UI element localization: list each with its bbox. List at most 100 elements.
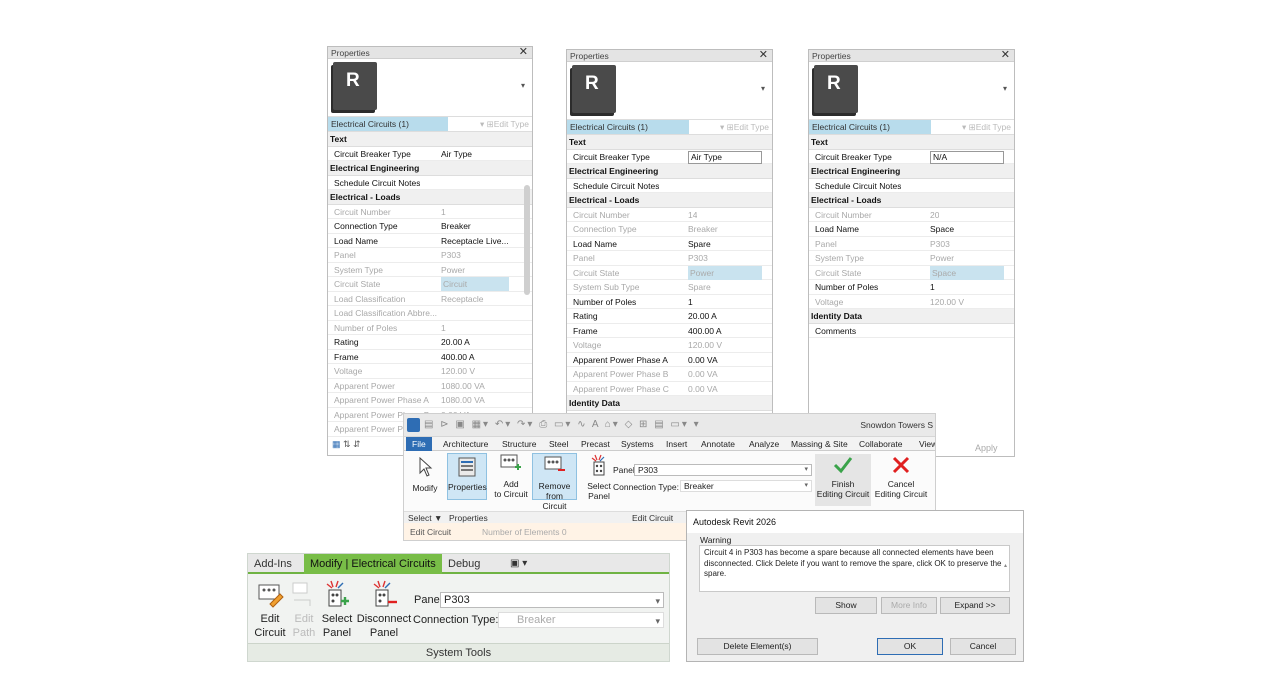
property-row: Load Name Space bbox=[809, 222, 1014, 237]
group-header[interactable]: Identity Data bbox=[809, 309, 1014, 324]
property-label: Schedule Circuit Notes bbox=[815, 180, 902, 191]
group-header[interactable]: Text bbox=[328, 132, 532, 147]
property-label: Connection Type bbox=[573, 224, 637, 234]
number-of-elements-label: Number of Elements 0 bbox=[482, 527, 567, 537]
type-selector[interactable]: Electrical Circuits (1) bbox=[567, 120, 689, 134]
scrollbar[interactable] bbox=[524, 185, 530, 295]
panel-title: Properties ✕ bbox=[809, 50, 1014, 62]
tab-view[interactable]: View bbox=[919, 438, 935, 450]
app-icon[interactable] bbox=[407, 418, 420, 432]
property-value[interactable]: 400.00 A bbox=[441, 350, 475, 364]
tab-insert[interactable]: Insert bbox=[666, 438, 687, 450]
tab-annotate[interactable]: Annotate bbox=[701, 438, 735, 450]
property-label: Number of Poles bbox=[815, 282, 879, 292]
tab-structure[interactable]: Structure bbox=[502, 438, 537, 450]
ribbon-tabs: Add-Ins Modify | Electrical Circuits Deb… bbox=[248, 554, 669, 574]
select-panel-button[interactable]: Select Panel bbox=[320, 580, 354, 640]
tab-debug[interactable]: Debug bbox=[448, 558, 480, 570]
scroll-arrows[interactable]: ▴ bbox=[1004, 547, 1007, 585]
group-header[interactable]: Text bbox=[809, 135, 1014, 150]
type-selector[interactable]: Electrical Circuits (1) bbox=[809, 120, 931, 134]
tab-systems[interactable]: Systems bbox=[621, 438, 654, 450]
property-value[interactable]: Breaker bbox=[441, 219, 471, 233]
panel-select[interactable]: P303 ▾ bbox=[634, 464, 812, 476]
connection-type-select[interactable]: Breaker ▾ bbox=[498, 612, 664, 628]
edit-type-button[interactable]: ▾ ⊞Edit Type bbox=[962, 121, 1011, 134]
cancel-editing-circuit-button[interactable]: Cancel Editing Circuit bbox=[873, 456, 929, 499]
edit-circuit-button[interactable]: Edit Circuit bbox=[252, 580, 288, 640]
tab-architecture[interactable]: Architecture bbox=[443, 438, 488, 450]
show-button[interactable]: Show bbox=[815, 597, 877, 614]
connection-type-label: Connection Type: bbox=[413, 614, 499, 626]
group-header[interactable]: Text bbox=[567, 135, 772, 150]
group-header[interactable]: Identity Data bbox=[567, 396, 772, 411]
property-label: Number of Poles bbox=[573, 296, 637, 307]
property-row: Voltage 120.00 V bbox=[809, 295, 1014, 309]
expand-button[interactable]: Expand >> bbox=[940, 597, 1010, 614]
property-row: Schedule Circuit Notes bbox=[809, 179, 1014, 193]
property-value[interactable]: Air Type bbox=[441, 147, 472, 161]
apply-button[interactable]: Apply bbox=[975, 443, 998, 453]
tab-analyze[interactable]: Analyze bbox=[749, 438, 779, 450]
properties-panel-1: Properties ✕ R ▾ Electrical Circuits (1) ▾ … bbox=[327, 46, 533, 456]
chevron-down-icon[interactable]: ▾ bbox=[1003, 84, 1007, 93]
property-value[interactable]: Spare bbox=[688, 237, 711, 251]
qat-icons[interactable]: ▤ ⊳ ▣ ▦▾ ↶▾ ↷▾ ⎙ ▭▾ ∿ A ⌂▾ ◇ ⊞ ▤ ▭▾ ▾ bbox=[424, 419, 701, 430]
disconnect-panel-button[interactable]: Disconnect Panel bbox=[356, 580, 412, 640]
property-value: P303 bbox=[441, 250, 461, 260]
properties-button[interactable]: Properties bbox=[447, 453, 487, 500]
type-selector[interactable]: Electrical Circuits (1) bbox=[328, 117, 448, 131]
remove-from-circuit-button[interactable]: Remove from Circuit bbox=[532, 453, 577, 511]
view-toggle-icons[interactable]: ▦ ⇅ ⇵ bbox=[332, 439, 361, 450]
tab-modify-electrical-circuits[interactable]: Modify | Electrical Circuits bbox=[304, 554, 442, 574]
property-label: Circuit State bbox=[573, 267, 620, 278]
finish-editing-circuit-button[interactable]: Finish Editing Circuit bbox=[815, 454, 871, 506]
property-value[interactable]: 1 bbox=[930, 280, 935, 294]
edit-type-button[interactable]: ▾ ⊞Edit Type bbox=[480, 118, 529, 131]
property-row: Apparent Power Phase B 0.00 VA bbox=[567, 367, 772, 382]
property-value[interactable]: Air Type bbox=[688, 150, 762, 164]
panel-toggle-icon[interactable]: ▣ ▾ bbox=[510, 558, 527, 569]
ribbon-tabs: File Architecture Structure Steel Precast Sys… bbox=[404, 437, 935, 451]
property-value[interactable]: 20.00 A bbox=[441, 335, 470, 349]
chevron-down-icon[interactable]: ▾ bbox=[761, 84, 765, 93]
property-value[interactable]: Space bbox=[930, 222, 954, 236]
tab-steel[interactable]: Steel bbox=[549, 438, 568, 450]
property-value[interactable]: N/A bbox=[930, 150, 1004, 164]
cancel-button[interactable]: Cancel bbox=[950, 638, 1016, 655]
property-label: Apparent Power Phase B bbox=[573, 369, 669, 379]
tab-collaborate[interactable]: Collaborate bbox=[859, 438, 902, 450]
select-dropdown[interactable]: Select ▼ bbox=[408, 513, 442, 523]
modify-button[interactable]: Modify bbox=[410, 456, 440, 493]
property-value[interactable]: 400.00 A bbox=[688, 324, 722, 338]
property-row: Number of Poles 1 bbox=[809, 280, 1014, 295]
delete-elements-button[interactable]: Delete Element(s) bbox=[697, 638, 818, 655]
property-value[interactable]: 20.00 A bbox=[688, 309, 717, 323]
group-header[interactable]: Electrical - Loads bbox=[809, 193, 1014, 208]
group-header[interactable]: Electrical - Loads bbox=[328, 190, 532, 205]
tab-add-ins[interactable]: Add-Ins bbox=[254, 558, 292, 570]
group-header[interactable]: Electrical Engineering bbox=[328, 161, 532, 176]
close-icon[interactable]: ✕ bbox=[759, 50, 768, 61]
property-value[interactable]: 1 bbox=[688, 295, 693, 309]
tab-precast[interactable]: Precast bbox=[581, 438, 610, 450]
add-to-circuit-button[interactable]: Add to Circuit bbox=[493, 454, 529, 499]
tab-file[interactable]: File bbox=[406, 437, 432, 451]
property-value[interactable]: 0.00 VA bbox=[688, 353, 718, 367]
select-panel-button[interactable]: Select Panel bbox=[584, 454, 614, 501]
close-icon[interactable]: ✕ bbox=[1001, 50, 1010, 61]
group-header[interactable]: Electrical - Loads bbox=[567, 193, 772, 208]
dialog-title: Autodesk Revit 2026 bbox=[687, 511, 1023, 533]
ok-button[interactable]: OK bbox=[877, 638, 943, 655]
select-panel-icon bbox=[326, 580, 349, 607]
panel-select[interactable]: P303 ▾ bbox=[440, 592, 664, 608]
tab-massing-site[interactable]: Massing & Site bbox=[791, 438, 848, 450]
connection-type-select[interactable]: Breaker ▾ bbox=[680, 480, 812, 492]
property-value[interactable]: Receptacle Live... bbox=[441, 234, 509, 248]
group-header[interactable]: Electrical Engineering bbox=[809, 164, 1014, 179]
group-header[interactable]: Electrical Engineering bbox=[567, 164, 772, 179]
chevron-down-icon[interactable]: ▾ bbox=[521, 81, 525, 90]
checkmark-icon bbox=[833, 457, 853, 474]
edit-type-button[interactable]: ▾ ⊞Edit Type bbox=[720, 121, 769, 134]
close-icon[interactable]: ✕ bbox=[519, 47, 528, 58]
